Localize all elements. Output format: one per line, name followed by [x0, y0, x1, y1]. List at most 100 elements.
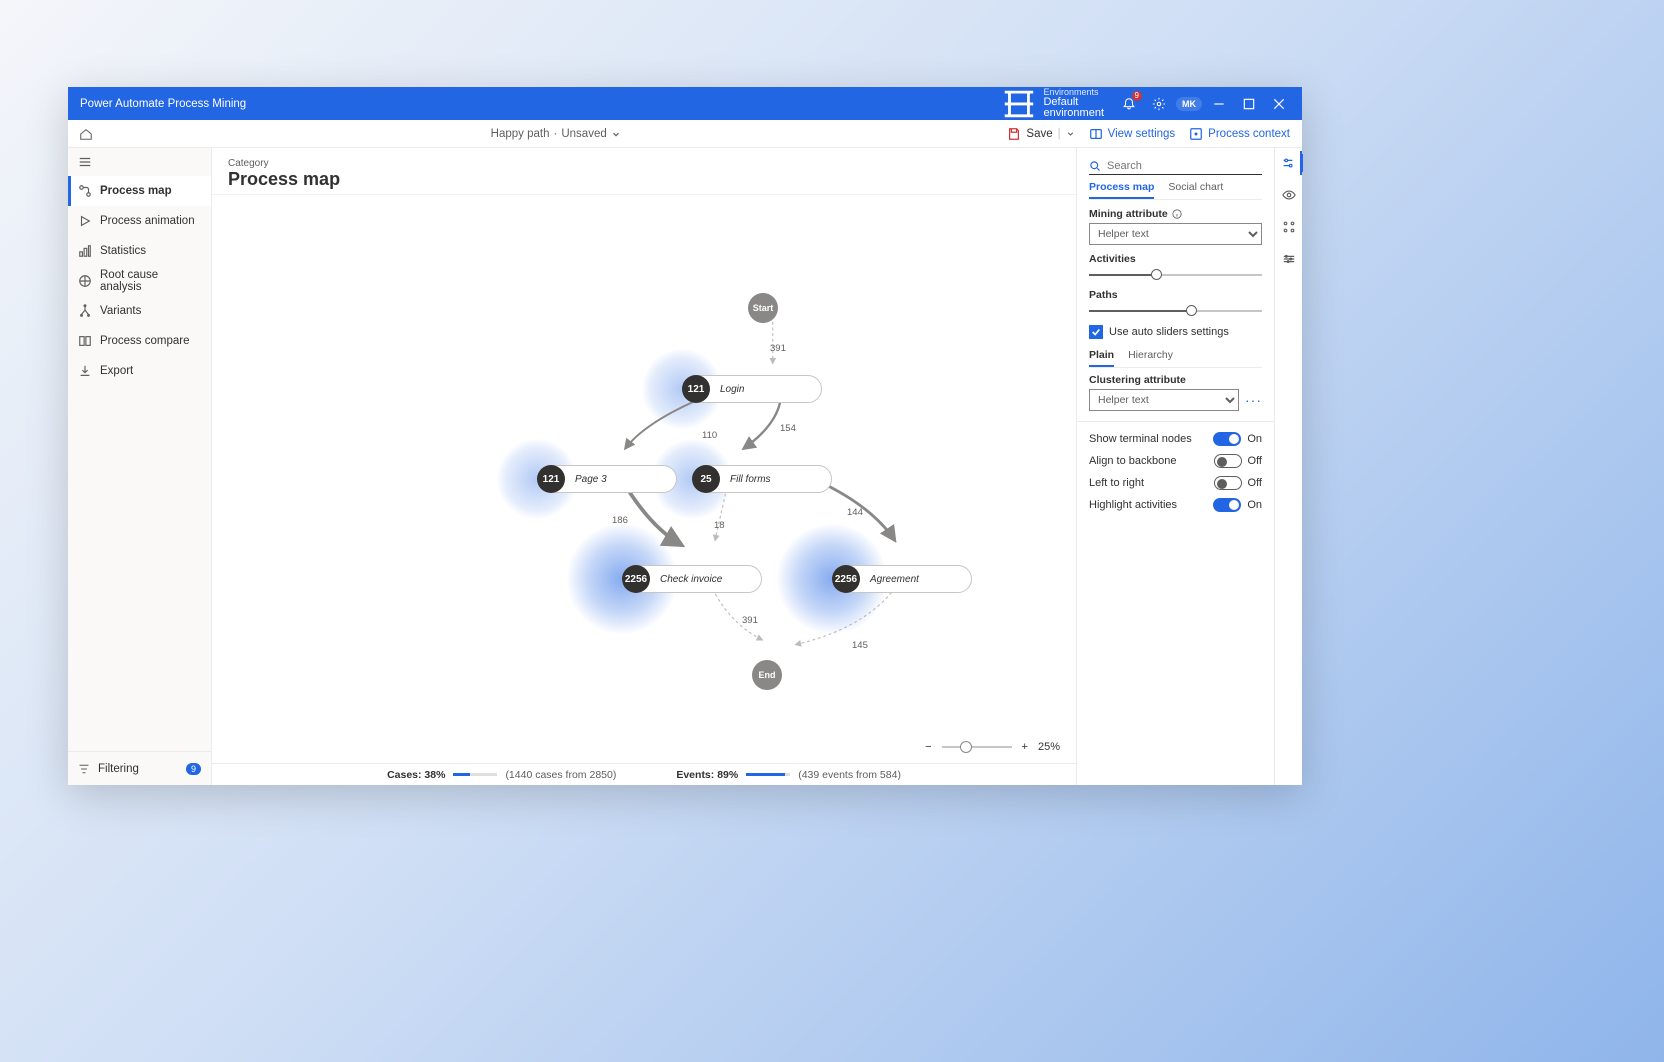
terminal-start[interactable]: Start — [748, 293, 778, 323]
check-icon — [1091, 327, 1101, 337]
process-context-button[interactable]: Process context — [1189, 127, 1290, 141]
node-login[interactable]: 121Login — [682, 375, 822, 403]
toggle-switch[interactable] — [1214, 454, 1242, 468]
minimize-button[interactable] — [1204, 87, 1234, 120]
environment-picker[interactable]: Environments Default environment — [1000, 85, 1104, 123]
toggle-left-to-right: Left to right Off — [1089, 476, 1262, 490]
sidebar-item-statistics[interactable]: Statistics — [68, 236, 211, 266]
notifications-button[interactable]: 9 — [1114, 87, 1144, 120]
status-events-detail: (439 events from 584) — [798, 769, 901, 781]
node-agreement[interactable]: 2256Agreement — [832, 565, 972, 593]
sidebar-item-label: Root cause analysis — [100, 269, 201, 293]
clustering-more-button[interactable]: ··· — [1245, 392, 1262, 408]
app-window: Power Automate Process Mining Environmen… — [68, 87, 1302, 785]
toggle-switch[interactable] — [1213, 432, 1241, 446]
page-header: Category Process map — [212, 148, 1076, 195]
tab-social-chart[interactable]: Social chart — [1168, 181, 1223, 199]
rail-settings-button[interactable] — [1280, 250, 1298, 268]
environment-icon — [1000, 85, 1038, 123]
nodes-icon — [1282, 220, 1296, 234]
close-icon — [1272, 97, 1286, 111]
toggle-switch[interactable] — [1213, 498, 1241, 512]
info-icon[interactable] — [1172, 209, 1182, 219]
sidebar-item-process-animation[interactable]: Process animation — [68, 206, 211, 236]
edge-label: 391 — [742, 615, 758, 626]
hamburger-icon — [78, 155, 92, 169]
edge-label: 145 — [852, 640, 868, 651]
maximize-button[interactable] — [1234, 87, 1264, 120]
doc-name: Happy path — [491, 128, 550, 140]
search-input-wrap[interactable] — [1089, 158, 1262, 175]
sidebar-filtering[interactable]: Filtering 9 — [68, 751, 211, 785]
activities-slider[interactable] — [1089, 268, 1262, 281]
home-button[interactable] — [77, 125, 95, 143]
env-name: Default environment — [1043, 97, 1104, 119]
status-cases-label: Cases: 38% — [387, 769, 445, 781]
view-settings-button[interactable]: View settings — [1089, 127, 1176, 141]
process-context-icon — [1189, 127, 1203, 141]
home-icon — [79, 127, 93, 141]
rail-nodes-button[interactable] — [1280, 218, 1298, 236]
status-events-bar — [746, 773, 790, 776]
settings-panel: Process map Social chart Mining attribut… — [1076, 148, 1274, 785]
rail-sliders-button[interactable] — [1275, 154, 1303, 172]
status-bar: Cases: 38% (1440 cases from 2850) Events… — [212, 763, 1076, 785]
filter-count-badge: 9 — [186, 763, 201, 775]
sidebar-item-process-map[interactable]: Process map — [68, 176, 211, 206]
toggle-switch[interactable] — [1214, 476, 1242, 490]
subtab-hierarchy[interactable]: Hierarchy — [1128, 349, 1173, 367]
edge-label: 18 — [714, 520, 725, 531]
auto-sliders-checkbox[interactable]: Use auto sliders settings — [1089, 325, 1262, 339]
document-title[interactable]: Happy path · Unsaved — [104, 128, 1007, 140]
eye-icon — [1282, 188, 1296, 202]
env-label: Environments — [1043, 88, 1104, 97]
status-cases-bar — [453, 773, 497, 776]
maximize-icon — [1242, 97, 1256, 111]
toggle-show-terminal: Show terminal nodes On — [1089, 432, 1262, 446]
clustering-select[interactable]: Helper text — [1089, 389, 1239, 411]
chevron-down-icon — [1066, 129, 1075, 138]
chevron-down-icon — [611, 129, 621, 139]
process-map-canvas[interactable]: Start End 121Login 121Page 3 25Fill form… — [212, 195, 1076, 763]
statistics-icon — [78, 244, 92, 258]
doc-status: Unsaved — [561, 128, 606, 140]
sidebar-item-label: Statistics — [100, 245, 146, 257]
sidebar-item-root-cause[interactable]: Root cause analysis — [68, 266, 211, 296]
node-check-invoice[interactable]: 2256Check invoice — [622, 565, 762, 593]
toggle-align-backbone: Align to backbone Off — [1089, 454, 1262, 468]
search-input[interactable] — [1107, 160, 1262, 172]
activities-label: Activities — [1089, 253, 1262, 265]
settings-alt-icon — [1282, 252, 1296, 266]
mining-attribute-select[interactable]: Helper text — [1089, 223, 1262, 245]
sidebar-item-label: Export — [100, 365, 133, 377]
sidebar-item-export[interactable]: Export — [68, 356, 211, 386]
node-page3[interactable]: 121Page 3 — [537, 465, 677, 493]
sidebar-item-process-compare[interactable]: Process compare — [68, 326, 211, 356]
sidebar-item-variants[interactable]: Variants — [68, 296, 211, 326]
process-map-icon — [78, 184, 92, 198]
clustering-label: Clustering attribute — [1089, 374, 1262, 386]
page-title: Process map — [228, 169, 1060, 190]
node-fill-forms[interactable]: 25Fill forms — [692, 465, 832, 493]
terminal-end[interactable]: End — [752, 660, 782, 690]
status-events-label: Events: 89% — [676, 769, 738, 781]
paths-slider[interactable] — [1089, 304, 1262, 317]
edge-label: 186 — [612, 515, 628, 526]
status-cases-detail: (1440 cases from 2850) — [505, 769, 616, 781]
mining-attribute-label: Mining attribute — [1089, 208, 1262, 220]
rail-view-button[interactable] — [1280, 186, 1298, 204]
subtab-plain[interactable]: Plain — [1089, 349, 1114, 367]
view-settings-icon — [1089, 127, 1103, 141]
save-button[interactable]: Save | — [1007, 127, 1074, 141]
close-button[interactable] — [1264, 87, 1294, 120]
user-avatar[interactable]: MK — [1174, 87, 1204, 120]
export-icon — [78, 364, 92, 378]
edge-label: 144 — [847, 507, 863, 518]
edge-label: 391 — [770, 343, 786, 354]
search-icon — [1089, 160, 1101, 172]
hamburger-button[interactable] — [68, 148, 211, 176]
tab-process-map[interactable]: Process map — [1089, 181, 1154, 199]
sidebar-item-label: Process compare — [100, 335, 189, 347]
paths-label: Paths — [1089, 289, 1262, 301]
settings-button[interactable] — [1144, 87, 1174, 120]
